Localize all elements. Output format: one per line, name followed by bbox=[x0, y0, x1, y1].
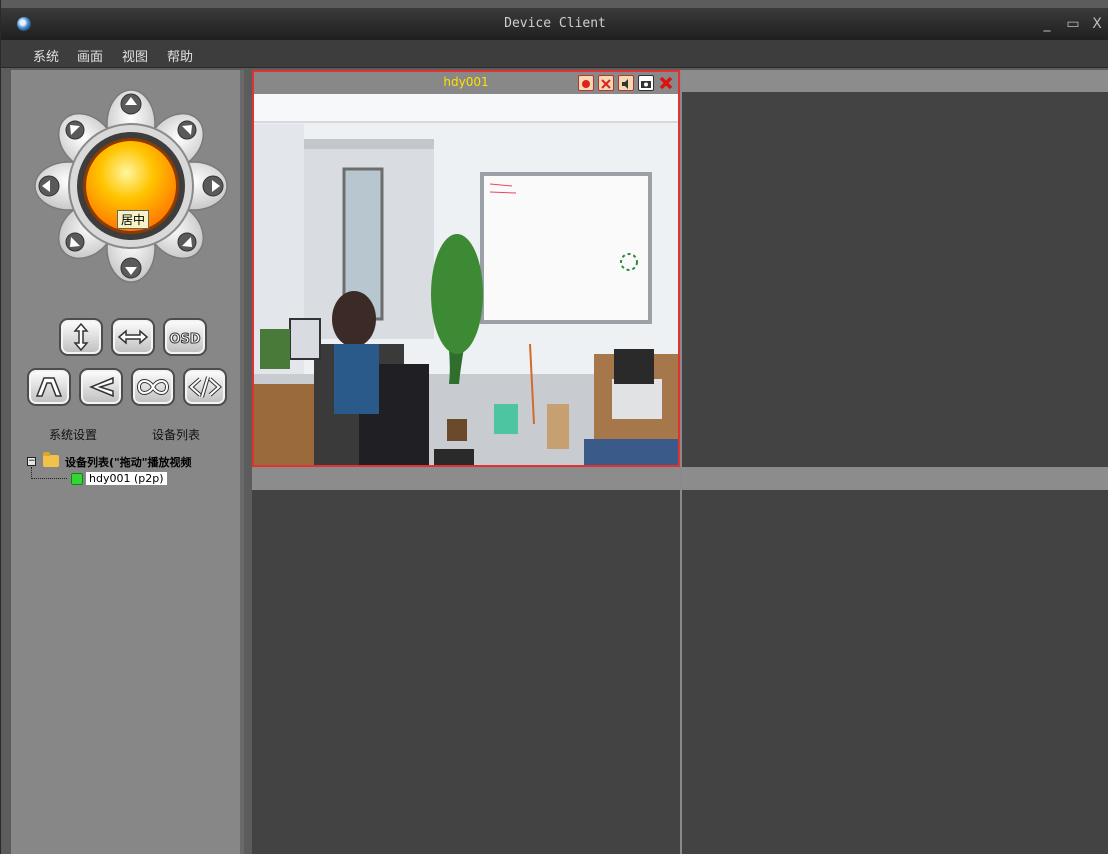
flip-horizontal-button[interactable] bbox=[111, 318, 155, 356]
control-panel: 居中 OSD 系统设置 设备列表 − 设备列表("拖动"播放视频 hdy001 … bbox=[11, 70, 244, 854]
menu-bar: 系统 画面 视图 帮助 bbox=[1, 40, 1108, 68]
video-cell-header bbox=[682, 70, 1108, 92]
video-cell-2[interactable] bbox=[682, 70, 1108, 467]
tree-collapse-icon[interactable]: − bbox=[27, 457, 36, 466]
device-online-icon bbox=[71, 473, 83, 485]
camera-feed bbox=[254, 94, 678, 465]
video-grid: hdy001 bbox=[252, 70, 1108, 854]
snapshot-icon[interactable] bbox=[638, 75, 654, 91]
menu-system[interactable]: 系统 bbox=[33, 46, 59, 65]
empty-video-area bbox=[682, 92, 1108, 467]
pan-cruise-button[interactable] bbox=[79, 368, 123, 406]
osd-button[interactable]: OSD bbox=[163, 318, 207, 356]
video-cell-header bbox=[682, 468, 1108, 490]
svg-text:OSD: OSD bbox=[169, 332, 200, 347]
device-item-hdy001[interactable]: hdy001 (p2p) bbox=[85, 471, 168, 486]
menu-help[interactable]: 帮助 bbox=[167, 46, 193, 65]
empty-video-area bbox=[252, 490, 680, 854]
close-video-icon[interactable] bbox=[658, 75, 674, 91]
record-icon[interactable] bbox=[578, 75, 594, 91]
loop-cruise-button[interactable] bbox=[131, 368, 175, 406]
video-cell-header: hdy001 bbox=[254, 72, 678, 94]
tilt-cruise-button[interactable] bbox=[27, 368, 71, 406]
minimize-button[interactable]: _ bbox=[1037, 14, 1057, 34]
device-list-tab[interactable]: 设备列表 bbox=[152, 426, 200, 443]
maximize-button[interactable]: ▭ bbox=[1063, 14, 1083, 34]
video-cell-4[interactable] bbox=[682, 468, 1108, 854]
empty-video-area bbox=[682, 490, 1108, 854]
ptz-center-button[interactable]: 居中 bbox=[117, 210, 150, 229]
menu-screen[interactable]: 画面 bbox=[77, 46, 103, 65]
window-title: Device Client bbox=[504, 16, 606, 31]
video-cell-3[interactable] bbox=[252, 468, 680, 854]
audio-icon[interactable] bbox=[618, 75, 634, 91]
device-tree-root[interactable]: 设备列表("拖动"播放视频 bbox=[65, 454, 240, 470]
talk-icon[interactable] bbox=[598, 75, 614, 91]
close-button[interactable]: X bbox=[1087, 14, 1107, 34]
folder-icon bbox=[43, 452, 59, 467]
stop-cruise-button[interactable] bbox=[183, 368, 227, 406]
menu-view[interactable]: 视图 bbox=[122, 46, 148, 65]
system-settings-tab[interactable]: 系统设置 bbox=[49, 426, 97, 443]
title-bar[interactable]: Device Client _ ▭ X bbox=[1, 8, 1108, 40]
ptz-controller bbox=[34, 89, 228, 283]
video-cell-1[interactable]: hdy001 bbox=[252, 70, 680, 467]
tree-connector bbox=[31, 467, 67, 479]
app-window: Device Client _ ▭ X 系统 画面 视图 帮助 居中 OSD 系… bbox=[0, 0, 1108, 854]
video-cell-header bbox=[252, 468, 680, 490]
flip-vertical-button[interactable] bbox=[59, 318, 103, 356]
camera-title: hdy001 bbox=[443, 75, 489, 89]
